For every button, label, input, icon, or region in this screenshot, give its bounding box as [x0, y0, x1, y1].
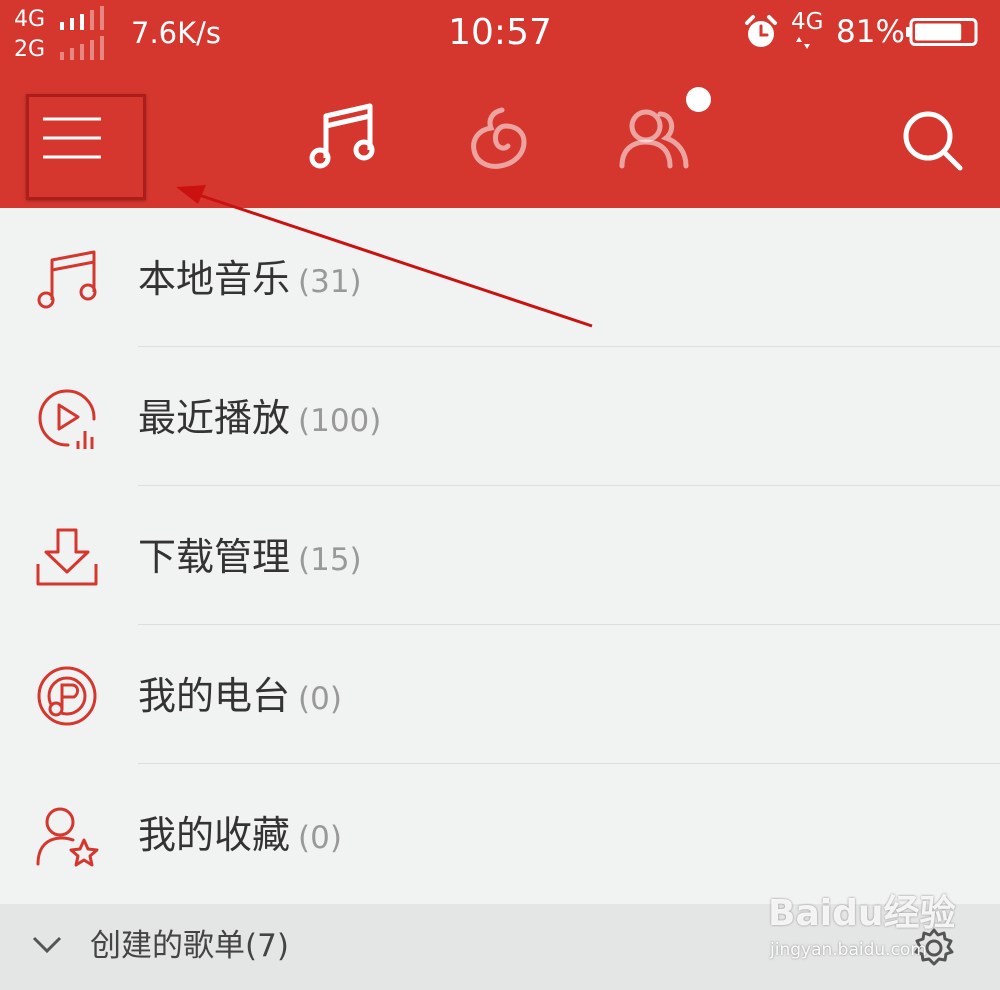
network-type-secondary: 2G — [14, 37, 46, 62]
alarm-icon — [745, 15, 777, 47]
menu-item-count: (0) — [298, 820, 342, 856]
battery-percent: 81% — [836, 14, 905, 50]
menu-item-my-radio[interactable]: 我的电台 (0) — [0, 625, 1000, 764]
signal-icon-secondary — [60, 36, 104, 60]
menu-item-my-favorites[interactable]: 我的收藏 (0) — [0, 764, 1000, 903]
menu-item-count: (31) — [298, 264, 362, 300]
search-icon — [903, 111, 963, 171]
section-label: 创建的歌单(7) — [90, 928, 289, 964]
menu-item-download-manager[interactable]: 下载管理 (15) — [0, 486, 1000, 625]
tab-friends[interactable] — [616, 104, 692, 170]
menu-button[interactable] — [26, 94, 146, 200]
tab-my-music[interactable] — [306, 100, 380, 172]
network-type-primary: 4G — [14, 7, 46, 32]
music-note-icon — [309, 103, 375, 169]
menu-item-label: 本地音乐 — [138, 257, 291, 301]
menu-item-label: 我的电台 — [138, 674, 291, 718]
created-playlists-header[interactable]: 创建的歌单(7) — [0, 904, 1000, 990]
favorite-user-icon — [36, 807, 99, 867]
menu-item-recent-play[interactable]: 最近播放 (100) — [0, 347, 1000, 486]
menu-item-label: 最近播放 — [138, 396, 291, 440]
menu-item-count: (100) — [298, 403, 382, 439]
discover-icon — [471, 107, 527, 169]
music-note-icon — [37, 250, 97, 309]
menu-item-label: 我的收藏 — [138, 813, 291, 857]
tab-discover[interactable] — [466, 104, 532, 170]
menu-item-count: (0) — [298, 681, 342, 717]
top-toolbar — [0, 70, 1000, 208]
search-button[interactable] — [898, 106, 968, 176]
chevron-down-icon — [32, 936, 62, 954]
signal-icon — [60, 6, 104, 30]
status-bar: 4G 2G 7.6K/s 10:57 4G 81% — [0, 0, 1000, 70]
menu-item-count: (15) — [298, 542, 362, 578]
data-network-type: 4G — [791, 9, 824, 35]
radio-icon — [37, 666, 97, 726]
data-activity-icon — [796, 37, 810, 49]
status-clock: 10:57 — [448, 12, 552, 53]
download-icon — [36, 528, 98, 586]
menu-item-label: 下载管理 — [138, 535, 291, 579]
gear-icon[interactable] — [912, 926, 956, 970]
hamburger-menu-icon — [43, 117, 101, 159]
battery-icon — [906, 18, 978, 46]
notification-badge — [686, 87, 711, 112]
menu-item-local-music[interactable]: 本地音乐 (31) — [0, 208, 1000, 347]
my-music-list: 本地音乐(31) 最近播放(100) 下载管理(15) 我的电台(0) — [0, 208, 1000, 903]
recent-play-icon — [38, 389, 96, 449]
network-speed: 7.6K/s — [131, 16, 222, 50]
friends-icon — [619, 109, 689, 169]
